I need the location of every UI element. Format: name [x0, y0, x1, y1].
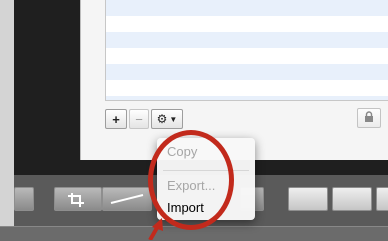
annotation-arrow — [148, 218, 163, 240]
